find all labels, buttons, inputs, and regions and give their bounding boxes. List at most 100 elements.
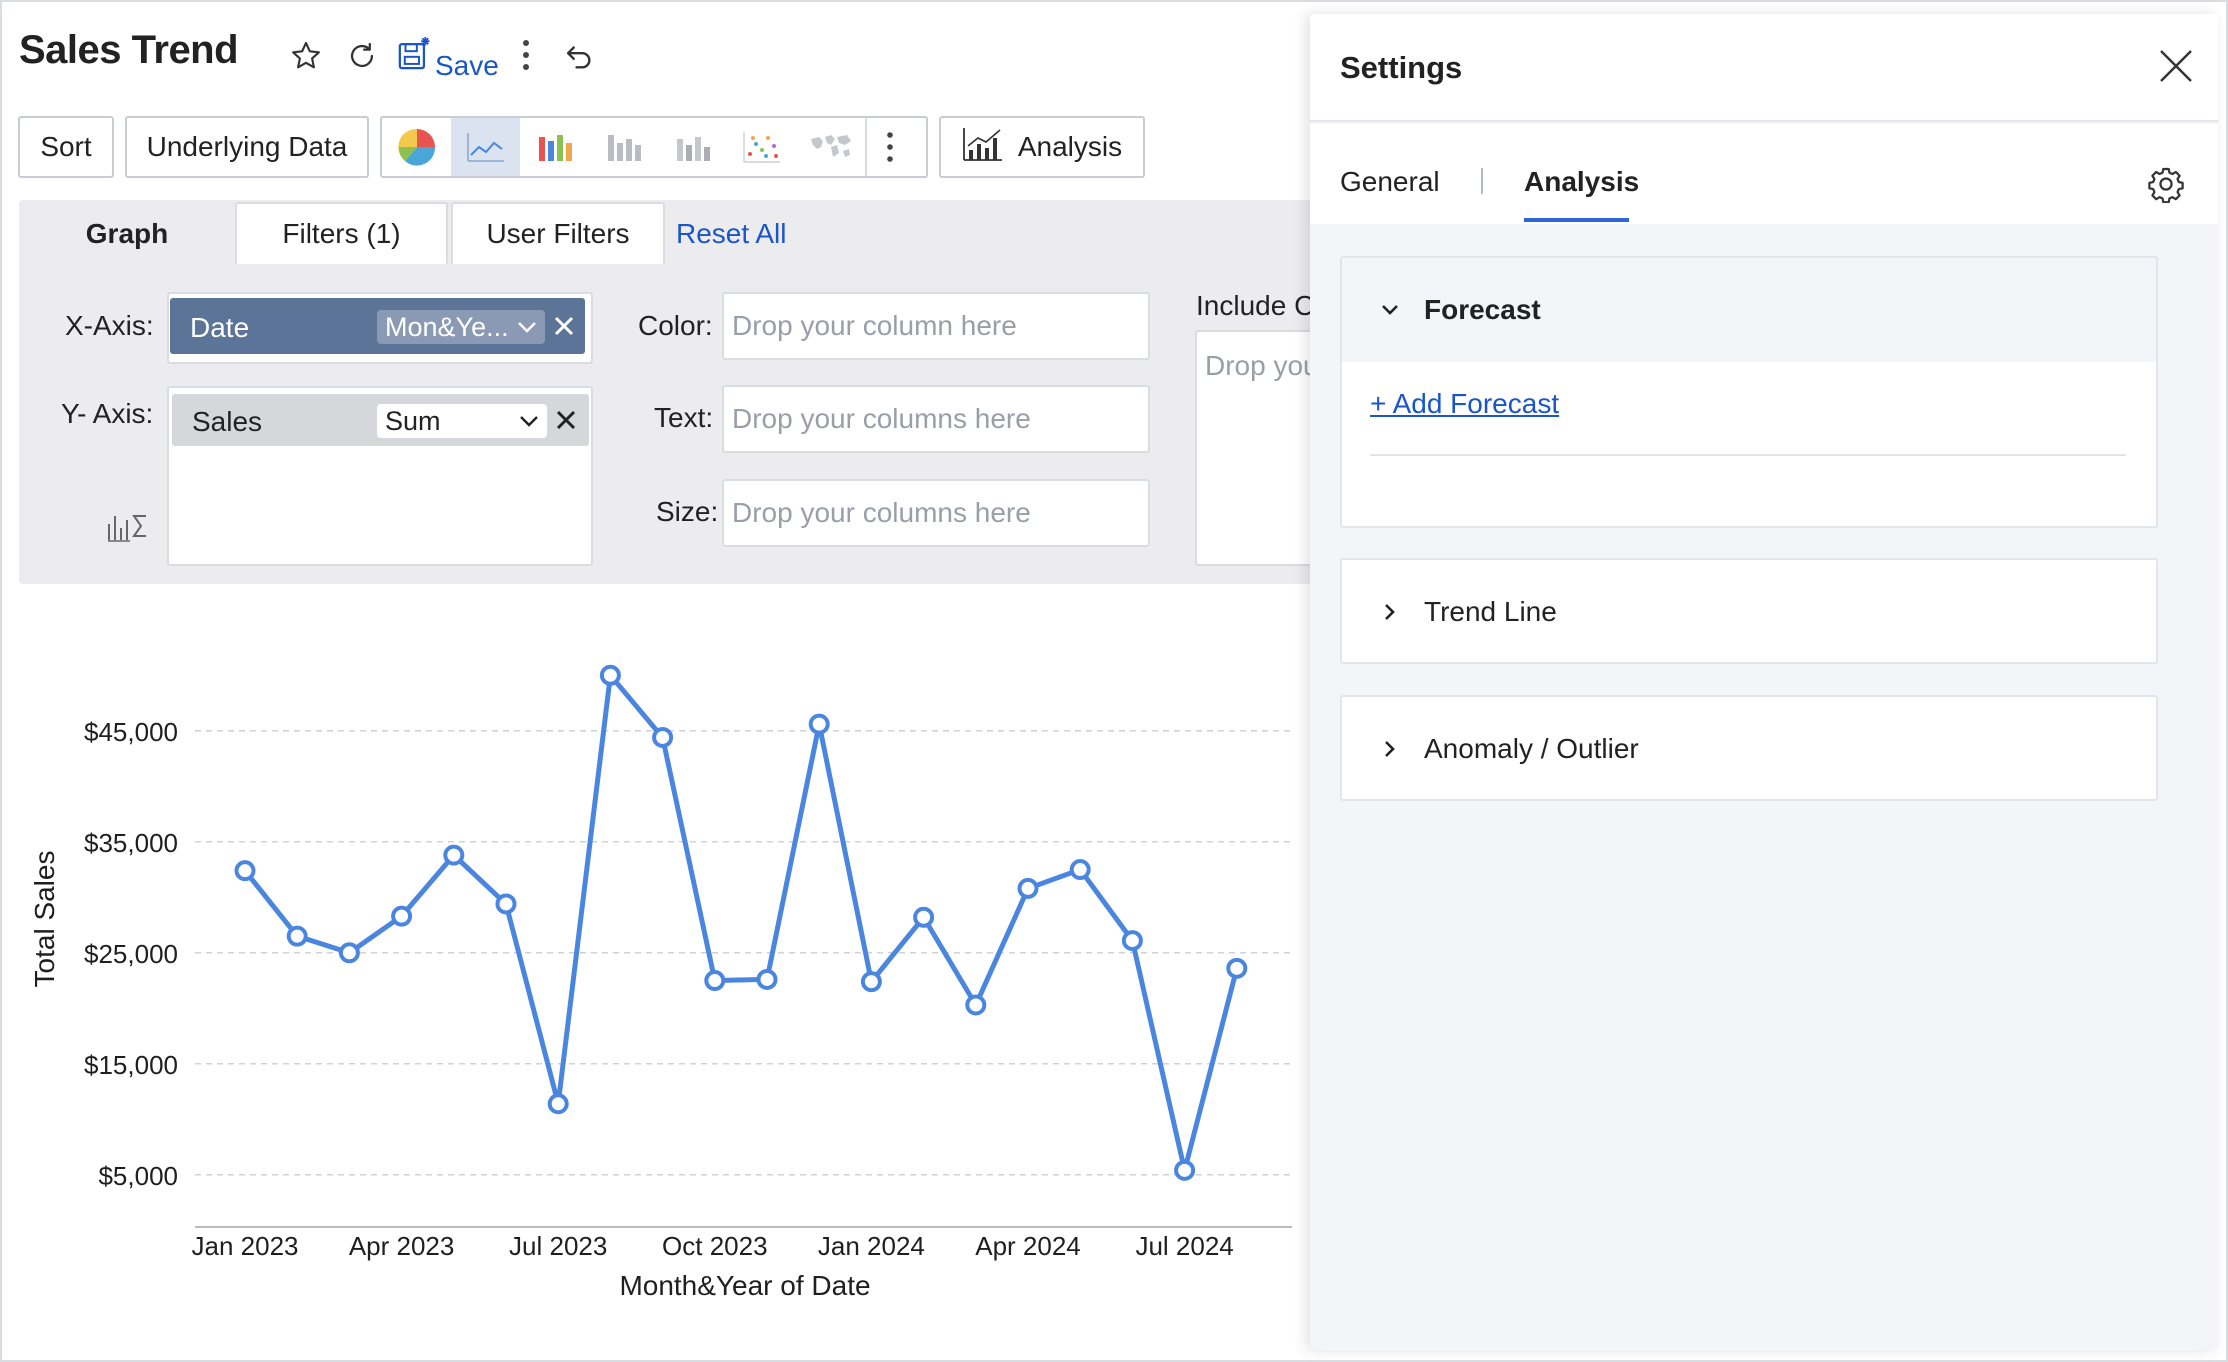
x-field-name: Date [190, 312, 250, 343]
chevron-down-icon [1378, 298, 1402, 322]
x-tick-labels: Jan 2023 Apr 2023 Jul 2023 Oct 2023 Jan 2024… [192, 1231, 1234, 1261]
line-chart-icon[interactable] [451, 118, 520, 176]
data-point[interactable] [338, 942, 360, 964]
x-tick-label: Oct 2023 [662, 1231, 768, 1261]
close-icon[interactable] [550, 312, 578, 340]
data-point[interactable] [756, 968, 778, 990]
y-tick-label: $25,000 [84, 939, 178, 969]
stacked-column-icon[interactable] [658, 118, 727, 176]
data-point[interactable] [1174, 1159, 1196, 1181]
report-editor: Sales Trend Save Sort Underlying Data An… [0, 0, 2228, 1362]
y-axis-title: Total Sales [29, 851, 60, 988]
anomaly-label: Anomaly / Outlier [1424, 733, 1639, 764]
reset-all-link[interactable]: Reset All [676, 218, 787, 250]
more-vertical-icon[interactable] [510, 34, 542, 76]
aggregate-measure-icon[interactable] [106, 508, 150, 544]
data-point[interactable] [704, 970, 726, 992]
tab-separator [1481, 168, 1483, 194]
anomaly-header[interactable]: Anomaly / Outlier [1342, 697, 2156, 801]
data-point[interactable] [1069, 859, 1091, 881]
x-aggregation-dropdown[interactable]: Mon&Ye... [377, 310, 545, 344]
data-point[interactable] [965, 994, 987, 1016]
tab-filters[interactable]: Filters (1) [235, 202, 448, 264]
data-point[interactable] [547, 1093, 569, 1115]
scatter-chart-icon[interactable] [727, 118, 796, 176]
forecast-section: Forecast + Add Forecast [1340, 256, 2158, 528]
tab-general[interactable]: General [1340, 166, 1440, 198]
color-label: Color: [638, 310, 713, 341]
gear-icon[interactable] [2146, 164, 2186, 204]
size-label: Size: [656, 496, 719, 527]
analysis-label: Analysis [1017, 131, 1123, 162]
active-tab-indicator [1524, 218, 1629, 222]
text-drop-zone[interactable]: Drop your columns here [722, 385, 1150, 453]
trend-line-section[interactable]: Trend Line [1340, 558, 2158, 664]
data-point[interactable] [913, 906, 935, 928]
analysis-button[interactable]: Analysis [939, 116, 1145, 178]
y-tick-label: $35,000 [84, 828, 178, 858]
bar-chart-icon[interactable] [520, 118, 589, 176]
more-chart-types-icon[interactable] [865, 118, 913, 176]
forecast-header[interactable]: Forecast [1342, 258, 2156, 362]
x-tick-label: Apr 2023 [349, 1231, 455, 1261]
y-tick-label: $45,000 [84, 717, 178, 747]
settings-tabs: General Analysis [1310, 124, 2218, 224]
x-axis-pill[interactable]: Date Mon&Ye... [170, 298, 585, 354]
settings-title: Settings [1340, 50, 1463, 85]
data-point[interactable] [443, 844, 465, 866]
forecast-label: Forecast [1424, 294, 1541, 325]
line-chart: $5,000 $15,000 $25,000 $35,000 $45,000 Jan 2… [29, 664, 1292, 1301]
x-tick-label: Jul 2023 [509, 1231, 607, 1261]
tab-user-filters[interactable]: User Filters [451, 202, 665, 264]
y-tick-label: $15,000 [84, 1050, 178, 1080]
close-icon[interactable] [2152, 42, 2200, 90]
color-drop-zone[interactable]: Drop your column here [722, 292, 1150, 360]
page-title: Sales Trend [19, 28, 239, 72]
stacked-bar-icon[interactable] [589, 118, 658, 176]
include-label: Include C [1196, 290, 1315, 321]
data-point[interactable] [599, 664, 621, 686]
data-point[interactable] [1017, 877, 1039, 899]
chart-type-selector [380, 116, 928, 178]
y-field-name: Sales [192, 406, 263, 437]
data-point[interactable] [652, 726, 674, 748]
star-icon[interactable] [286, 36, 326, 76]
y-axis-pill[interactable]: Sales Sum [172, 394, 589, 446]
trend-line-header[interactable]: Trend Line [1342, 560, 2156, 664]
add-forecast-link[interactable]: + Add Forecast [1370, 388, 1559, 420]
anomaly-section[interactable]: Anomaly / Outlier [1340, 695, 2158, 801]
data-point[interactable] [1226, 957, 1248, 979]
data-point[interactable] [495, 893, 517, 915]
settings-header: Settings [1310, 14, 2218, 122]
y-axis-label: Y- Axis: [61, 398, 154, 429]
x-tick-label: Jan 2024 [818, 1231, 925, 1261]
data-point[interactable] [808, 713, 830, 735]
trend-line-label: Trend Line [1424, 596, 1557, 627]
chevron-right-icon [1378, 600, 1402, 624]
data-point[interactable] [860, 971, 882, 993]
chevron-right-icon [1378, 737, 1402, 761]
undo-icon[interactable] [558, 36, 598, 76]
size-drop-zone[interactable]: Drop your columns here [722, 479, 1150, 547]
x-tick-label: Apr 2024 [975, 1231, 1081, 1261]
data-point[interactable] [234, 860, 256, 882]
data-point[interactable] [286, 925, 308, 947]
data-point[interactable] [391, 905, 413, 927]
y-aggregation-dropdown[interactable]: Sum [377, 404, 547, 438]
refresh-icon[interactable] [342, 36, 382, 76]
underlying-data-button[interactable]: Underlying Data [125, 116, 369, 178]
map-chart-icon[interactable] [796, 118, 865, 176]
chevron-down-icon [520, 416, 538, 427]
pie-chart-icon[interactable] [382, 118, 451, 176]
y-tick-label: $5,000 [98, 1161, 178, 1191]
data-point[interactable] [1121, 930, 1143, 952]
text-label: Text: [654, 402, 714, 433]
tab-analysis[interactable]: Analysis [1524, 166, 1639, 198]
save-button[interactable]: Save [397, 30, 499, 82]
close-icon[interactable] [552, 406, 580, 434]
sort-button[interactable]: Sort [18, 116, 114, 178]
y-aggregation-value: Sum [385, 405, 441, 436]
tab-graph[interactable]: Graph [19, 202, 235, 264]
include-drop-zone[interactable]: Drop you [1195, 330, 1325, 566]
y-tick-labels: $5,000 $15,000 $25,000 $35,000 $45,000 [84, 717, 178, 1191]
